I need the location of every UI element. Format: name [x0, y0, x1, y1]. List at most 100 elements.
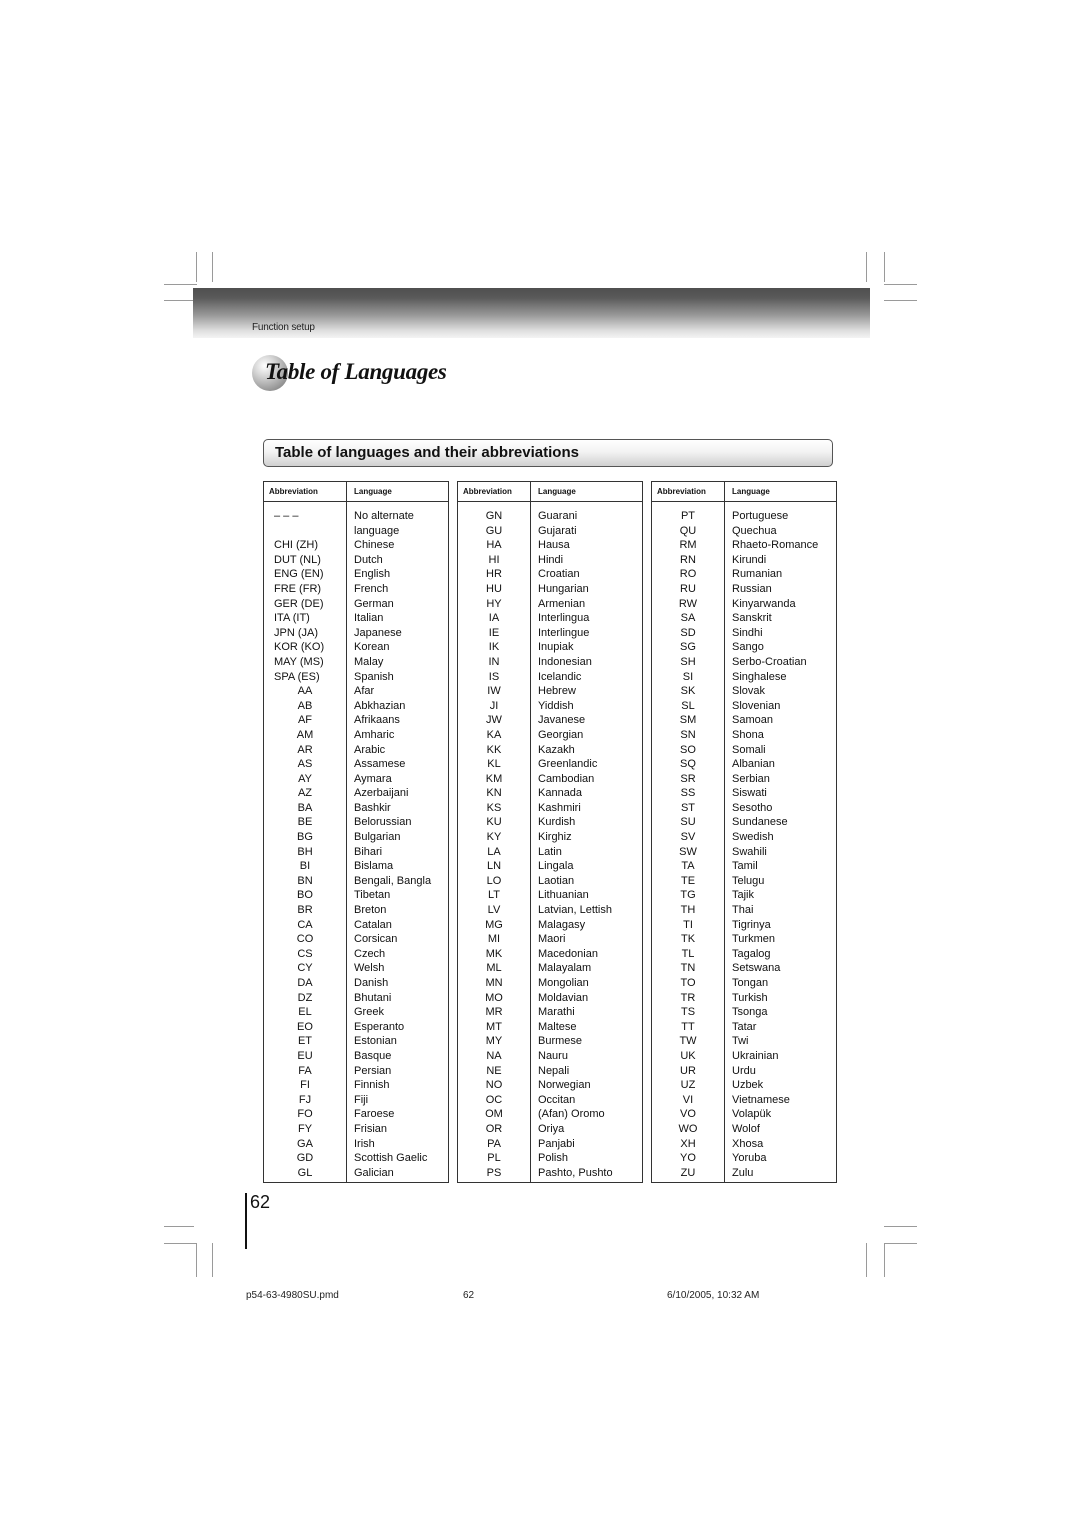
- abbreviation-cell: SO: [651, 742, 725, 758]
- abbreviation-cell: PT: [651, 501, 725, 524]
- table-row: QU Quechua: [651, 523, 837, 539]
- language-cell: Panjabi: [530, 1136, 643, 1152]
- table-row: MAY (MS) Malay: [263, 654, 449, 670]
- crop-mark: [164, 284, 197, 285]
- table-row: TO Tongan: [651, 976, 837, 991]
- table-row: GER (DE) German: [263, 596, 449, 612]
- table-row: TL Tagalog: [651, 946, 837, 962]
- table-row: KN Kannada: [457, 786, 643, 801]
- abbreviation-cell: CS: [263, 946, 347, 962]
- language-cell: Dutch: [346, 552, 449, 568]
- abbreviation-cell: MT: [457, 1019, 531, 1035]
- language-cell: Bislama: [346, 859, 449, 874]
- table-row: GL Galician: [263, 1165, 449, 1184]
- table-row: EL Greek: [263, 1005, 449, 1020]
- footer-timestamp: 6/10/2005, 10:32 AM: [667, 1290, 760, 1301]
- abbreviation-cell: AB: [263, 698, 347, 714]
- language-cell: Singhalese: [724, 669, 837, 685]
- crop-mark: [884, 1243, 917, 1244]
- table-row: language: [263, 523, 449, 539]
- language-cell: (Afan) Oromo: [530, 1107, 643, 1122]
- abbreviation-cell: FA: [263, 1063, 347, 1079]
- crop-mark: [164, 300, 194, 301]
- abbreviation-cell: BR: [263, 903, 347, 918]
- language-cell: Faroese: [346, 1107, 449, 1122]
- language-cell: Laotian: [530, 873, 643, 889]
- table-row: EU Basque: [263, 1048, 449, 1064]
- language-cell: Norwegian: [530, 1078, 643, 1093]
- language-cell: Shona: [724, 727, 837, 743]
- language-cell: Xhosa: [724, 1136, 837, 1152]
- abbreviation-cell: NO: [457, 1078, 531, 1093]
- abbreviation-cell: MI: [457, 932, 531, 947]
- abbreviation-cell: KM: [457, 771, 531, 787]
- language-cell: Arabic: [346, 742, 449, 758]
- abbreviation-cell: KK: [457, 742, 531, 758]
- table-row: IE Interlingue: [457, 625, 643, 641]
- language-cell: Tajik: [724, 888, 837, 904]
- table-row: MK Macedonian: [457, 946, 643, 962]
- language-cell: Malagasy: [530, 917, 643, 933]
- language-cell: Samoan: [724, 713, 837, 728]
- abbreviation-cell: LO: [457, 873, 531, 889]
- crop-mark: [866, 252, 867, 282]
- table-row: TE Telugu: [651, 873, 837, 889]
- abbreviation-cell: DUT (NL): [263, 552, 347, 568]
- abbreviation-cell: HU: [457, 581, 531, 597]
- abbreviation-cell: HR: [457, 567, 531, 582]
- language-cell: Greek: [346, 1005, 449, 1020]
- table-row: HY Armenian: [457, 596, 643, 612]
- abbreviation-cell: NE: [457, 1063, 531, 1079]
- table-row: NE Nepali: [457, 1063, 643, 1079]
- abbreviation-cell: EL: [263, 1005, 347, 1020]
- table-row: GD Scottish Gaelic: [263, 1151, 449, 1166]
- language-cell: German: [346, 596, 449, 612]
- abbreviation-cell: ITA (IT): [263, 611, 347, 626]
- abbreviation-cell: OR: [457, 1121, 531, 1137]
- table-row: OM (Afan) Oromo: [457, 1107, 643, 1122]
- language-cell: Afrikaans: [346, 713, 449, 728]
- table-row: IS Icelandic: [457, 669, 643, 685]
- language-cell: Rumanian: [724, 567, 837, 582]
- language-cell: Esperanto: [346, 1019, 449, 1035]
- table-row: MR Marathi: [457, 1005, 643, 1020]
- table-row: PA Panjabi: [457, 1136, 643, 1152]
- table-row: HU Hungarian: [457, 581, 643, 597]
- abbreviation-cell: TI: [651, 917, 725, 933]
- language-cell: Zulu: [724, 1165, 837, 1184]
- language-cell: Breton: [346, 903, 449, 918]
- table-row: SPA (ES) Spanish: [263, 669, 449, 685]
- language-cell: Latvian, Lettish: [530, 903, 643, 918]
- abbreviation-cell: [263, 523, 347, 539]
- table-row: ZU Zulu: [651, 1165, 837, 1184]
- abbreviation-cell: AA: [263, 684, 347, 699]
- crop-mark: [884, 300, 917, 301]
- language-table-1: Abbreviation Language – – – No alternate l…: [263, 481, 449, 1184]
- table-row: PL Polish: [457, 1151, 643, 1166]
- table-row: PT Portuguese: [651, 501, 837, 524]
- language-cell: Japanese: [346, 625, 449, 641]
- language-cell: Amharic: [346, 727, 449, 743]
- language-cell: Hungarian: [530, 581, 643, 597]
- abbreviation-cell: GD: [263, 1151, 347, 1166]
- abbreviation-cell: MY: [457, 1034, 531, 1049]
- table-row: RU Russian: [651, 581, 837, 597]
- table-row: EO Esperanto: [263, 1019, 449, 1035]
- table-row: SG Sango: [651, 640, 837, 655]
- table-row: SI Singhalese: [651, 669, 837, 685]
- language-cell: Malayalam: [530, 961, 643, 976]
- abbreviation-cell: SL: [651, 698, 725, 714]
- language-cell: Croatian: [530, 567, 643, 582]
- table-row: FO Faroese: [263, 1107, 449, 1122]
- language-cell: Macedonian: [530, 946, 643, 962]
- table-row: VO Volapük: [651, 1107, 837, 1122]
- table-row: CHI (ZH) Chinese: [263, 538, 449, 553]
- abbreviation-cell: OM: [457, 1107, 531, 1122]
- table-row: FY Frisian: [263, 1121, 449, 1137]
- table-row: RO Rumanian: [651, 567, 837, 582]
- abbreviation-cell: EU: [263, 1048, 347, 1064]
- table-row: TW Twi: [651, 1034, 837, 1049]
- abbreviation-cell: CHI (ZH): [263, 538, 347, 553]
- table-row: AZ Azerbaijani: [263, 786, 449, 801]
- abbreviation-cell: KOR (KO): [263, 640, 347, 655]
